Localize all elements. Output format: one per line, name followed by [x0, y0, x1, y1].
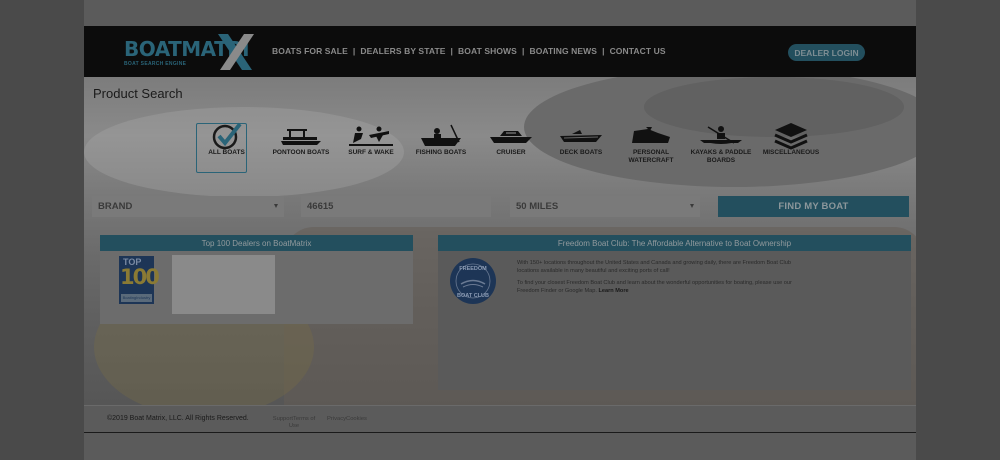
category-fishing-boats[interactable]: FISHING BOATS: [406, 123, 476, 173]
deck-boat-icon: [556, 123, 606, 149]
nav-separator: |: [450, 46, 454, 56]
hero-section: Product Search ALL BOATS PONTOON BOATS S…: [84, 77, 916, 405]
dealer-image-placeholder[interactable]: [172, 255, 275, 314]
footer-link-privacy-cookies[interactable]: PrivacyCookies: [327, 416, 387, 430]
top-dealers-heading: Top 100 Dealers on BoatMatrix: [100, 235, 413, 251]
radius-select[interactable]: 50 MILES: [510, 196, 700, 217]
nav-boats-for-sale[interactable]: BOATS FOR SALE: [272, 46, 348, 56]
wakeboard-icon: [346, 123, 396, 149]
nav-dealers-by-state[interactable]: DEALERS BY STATE: [360, 46, 445, 56]
site-header: BOATMATRI BOAT SEARCH ENGINE BOATS FOR S…: [84, 26, 916, 77]
nav-separator: |: [352, 46, 356, 56]
dealer-login-button[interactable]: DEALER LOGIN: [788, 44, 865, 61]
layers-icon: [766, 123, 816, 150]
nav-boating-news[interactable]: BOATING NEWS: [529, 46, 597, 56]
badge-number-text: 100: [120, 265, 160, 289]
category-label: MISCELLANEOUS: [762, 149, 820, 156]
pontoon-boat-icon: [276, 123, 326, 149]
copyright-text: ©2019 Boat Matrix, LLC. All Rights Reser…: [107, 415, 249, 422]
footer-divider: [84, 432, 916, 433]
nav-separator: |: [521, 46, 525, 56]
top-100-badge[interactable]: TOP 100 BoatingIndustry: [119, 256, 160, 304]
fbc-logo-line2: BOAT CLUB: [457, 293, 489, 299]
page: BOATMATRI BOAT SEARCH ENGINE BOATS FOR S…: [84, 0, 916, 460]
freedom-boat-club-heading: Freedom Boat Club: The Affordable Altern…: [438, 235, 911, 251]
category-deck-boats[interactable]: DECK BOATS: [546, 123, 616, 173]
fbc-paragraph-2: To find your closest Freedom Boat Club a…: [517, 279, 800, 295]
nav-boat-shows[interactable]: BOAT SHOWS: [458, 46, 517, 56]
cruiser-icon: [486, 123, 536, 149]
freedom-boat-club-panel: Freedom Boat Club: The Affordable Altern…: [438, 235, 911, 390]
logo-x-icon: [218, 34, 254, 70]
brand-select[interactable]: BRAND: [92, 196, 284, 217]
category-all-boats[interactable]: ALL BOATS: [196, 122, 257, 173]
category-label: PONTOON BOATS: [272, 149, 330, 156]
category-pontoon-boats[interactable]: PONTOON BOATS: [266, 123, 336, 173]
zip-code-input[interactable]: 46615: [301, 196, 491, 217]
learn-more-link[interactable]: Learn More: [598, 288, 628, 294]
badge-caption-text: BoatingIndustry: [121, 294, 152, 302]
find-my-boat-button[interactable]: FIND MY BOAT: [718, 196, 909, 217]
chevron-down-icon: [274, 204, 278, 208]
category-miscellaneous[interactable]: MISCELLANEOUS: [756, 123, 826, 173]
site-footer: ©2019 Boat Matrix, LLC. All Rights Reser…: [84, 405, 916, 433]
logo-tagline: BOAT SEARCH ENGINE: [124, 61, 187, 67]
category-surf-wake[interactable]: SURF & WAKE: [336, 123, 406, 173]
category-kayaks-paddle-boards[interactable]: KAYAKS & PADDLE BOARDS: [686, 123, 756, 173]
chevron-down-icon: [690, 204, 694, 208]
fbc-paragraph-2-text: To find your closest Freedom Boat Club a…: [517, 280, 792, 294]
freedom-boat-club-description: With 150+ locations throughout the Unite…: [517, 259, 800, 299]
active-category-frame: [196, 123, 247, 173]
boatmatrix-logo[interactable]: BOATMATRI BOAT SEARCH ENGINE: [124, 34, 256, 70]
kayak-icon: [696, 123, 746, 149]
nav-contact-us[interactable]: CONTACT US: [610, 46, 666, 56]
category-label: DECK BOATS: [559, 149, 603, 156]
fbc-logo-line1: FREEDOM: [459, 266, 487, 272]
freedom-boat-club-logo[interactable]: FREEDOM BOAT CLUB: [449, 257, 497, 305]
category-label: FISHING BOATS: [415, 149, 467, 156]
brand-select-value: BRAND: [98, 201, 133, 212]
top-dealers-panel: Top 100 Dealers on BoatMatrix TOP 100 Bo…: [100, 235, 413, 324]
footer-links: SupportTerms of Use PrivacyCookies: [269, 416, 387, 430]
category-bar: ALL BOATS PONTOON BOATS SURF & WAKE FISH…: [196, 122, 826, 173]
category-label: PERSONAL WATERCRAFT: [628, 149, 674, 164]
nav-separator: |: [602, 46, 605, 56]
radius-select-value: 50 MILES: [516, 201, 559, 212]
jet-ski-icon: [626, 123, 676, 149]
main-nav: BOATS FOR SALE | DEALERS BY STATE | BOAT…: [272, 46, 666, 56]
footer-link-support-terms[interactable]: SupportTerms of Use: [269, 416, 319, 430]
category-label: SURF & WAKE: [348, 149, 394, 156]
fbc-paragraph-1: With 150+ locations throughout the Unite…: [517, 260, 792, 274]
fishing-boat-icon: [416, 123, 466, 149]
category-cruiser[interactable]: CRUISER: [476, 123, 546, 173]
category-personal-watercraft[interactable]: PERSONAL WATERCRAFT: [616, 123, 686, 173]
category-label: CRUISER: [496, 149, 526, 156]
page-title: Product Search: [93, 86, 183, 101]
category-label: KAYAKS & PADDLE BOARDS: [690, 149, 752, 164]
